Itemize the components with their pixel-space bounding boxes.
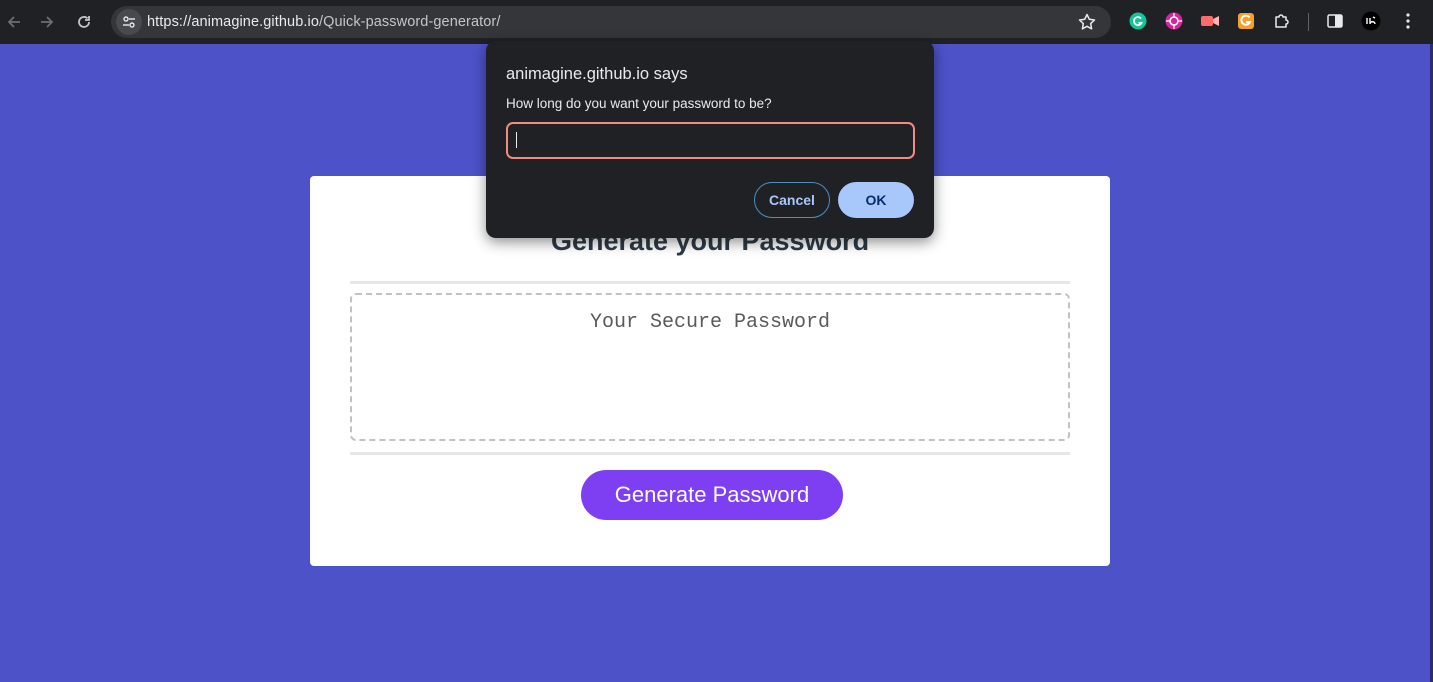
cancel-button[interactable]: Cancel — [754, 182, 830, 218]
video-record-icon[interactable] — [1200, 11, 1220, 31]
text-caret — [516, 132, 517, 148]
reload-button[interactable] — [70, 8, 98, 36]
g-extension-icon[interactable] — [1236, 11, 1256, 31]
url-path: /Quick-password-generator/ — [318, 14, 501, 30]
top-divider — [350, 281, 1070, 284]
url-host: https://animagine.github.io — [147, 14, 319, 30]
browser-toolbar: https://animagine.github.io/Quick-passwo… — [0, 0, 1433, 44]
star-icon — [1078, 13, 1096, 30]
dialog-title: animagine.github.io says — [506, 65, 688, 83]
tune-icon — [123, 16, 135, 28]
url-text[interactable]: https://animagine.github.io/Quick-passwo… — [147, 14, 501, 30]
address-bar[interactable]: https://animagine.github.io/Quick-passwo… — [111, 6, 1111, 38]
back-arrow-icon — [7, 16, 20, 28]
ok-button[interactable]: OK — [838, 182, 914, 218]
toolbar-divider — [1308, 13, 1309, 31]
reload-icon — [78, 16, 90, 28]
password-placeholder: Your Secure Password — [589, 311, 831, 334]
site-info-button[interactable] — [116, 9, 142, 35]
grammarly-icon[interactable] — [1128, 11, 1148, 31]
back-button[interactable] — [0, 8, 28, 36]
password-output-box[interactable]: Your Secure Password — [350, 293, 1070, 441]
bookmark-star-button[interactable] — [1077, 12, 1097, 37]
profile-avatar[interactable] — [1361, 11, 1381, 31]
password-length-input[interactable] — [506, 122, 915, 159]
puzzle-icon[interactable] — [1272, 11, 1292, 31]
bottom-divider — [350, 452, 1070, 455]
side-panel-icon[interactable] — [1325, 11, 1345, 31]
dialog-message: How long do you want your password to be… — [506, 96, 772, 111]
forward-arrow-icon — [41, 16, 54, 28]
flower-extension-icon[interactable] — [1164, 11, 1184, 31]
more-menu-icon[interactable] — [1398, 11, 1418, 31]
generate-password-button[interactable]: Generate Password — [581, 470, 843, 520]
forward-button[interactable] — [33, 8, 61, 36]
prompt-dialog: animagine.github.io says How long do you… — [486, 41, 934, 238]
